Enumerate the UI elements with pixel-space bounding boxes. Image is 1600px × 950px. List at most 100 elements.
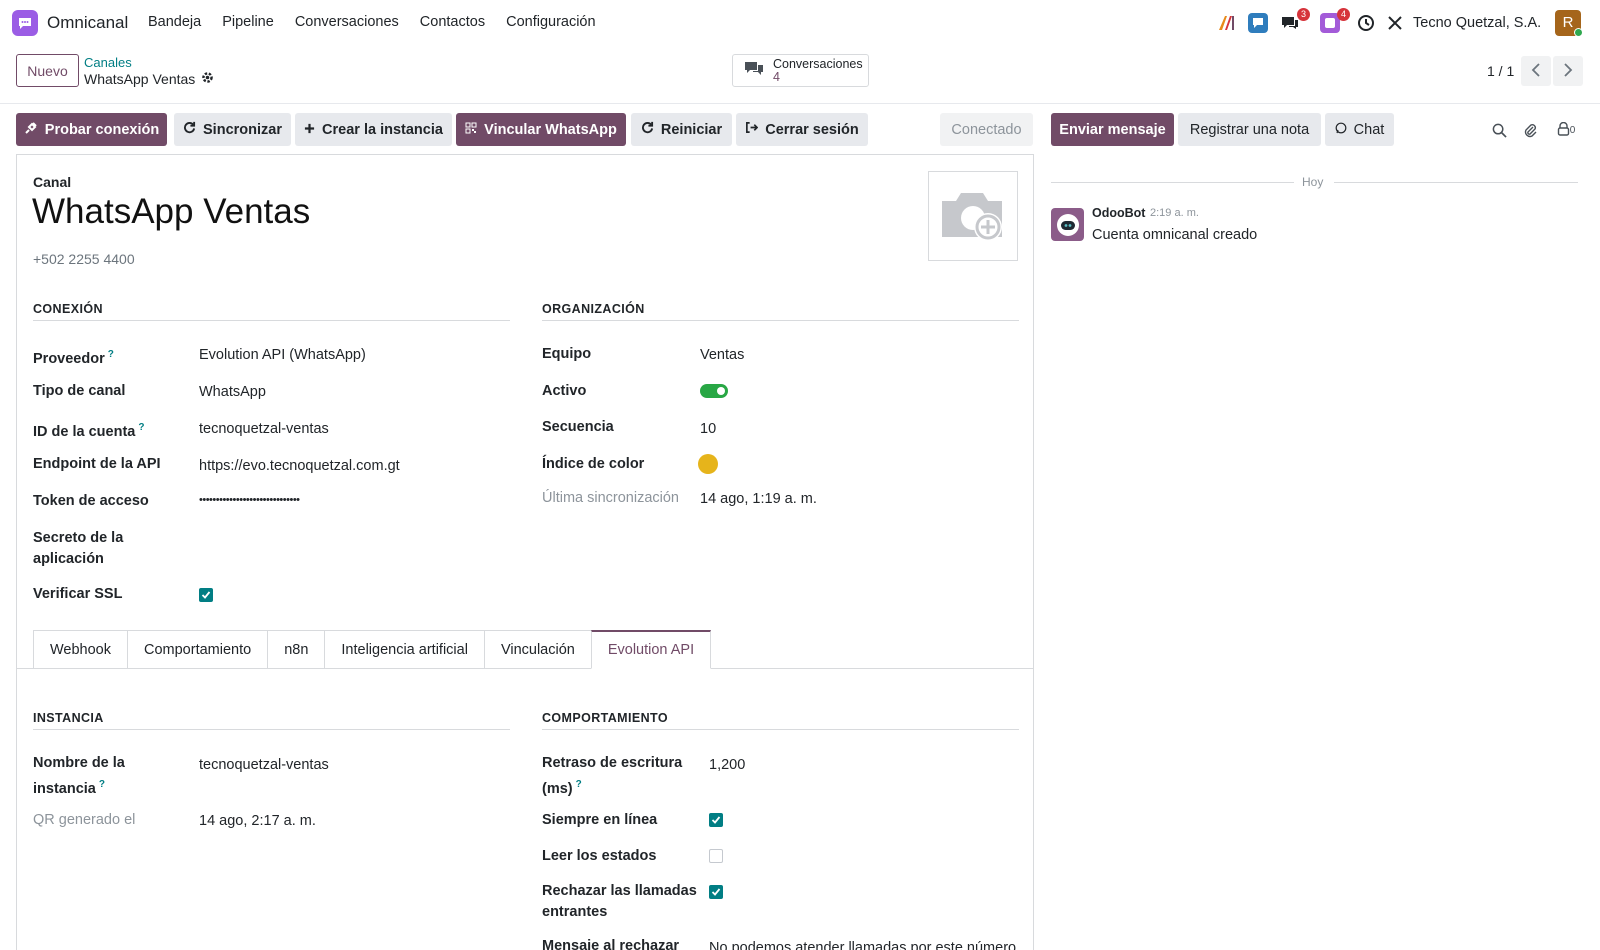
instance-divider [33,729,510,730]
organization-divider [542,320,1019,321]
typing-delay-value[interactable]: 1,200 [709,757,745,773]
logout-button[interactable]: Cerrar sesión [736,113,868,146]
followers-button[interactable]: 0 [1553,121,1579,139]
chat-button[interactable]: Chat [1325,113,1394,146]
new-button[interactable]: Nuevo [16,54,79,87]
log-note-button[interactable]: Registrar una nota [1178,113,1321,146]
restart-button[interactable]: Reiniciar [631,113,732,146]
provider-value[interactable]: Evolution API (WhatsApp) [199,347,366,363]
provider-label: Proveedor? [33,349,114,367]
tab-vinculacion[interactable]: Vinculación [483,630,591,669]
typing-delay-label: Retraso de escritura (ms)? [542,755,683,797]
api-endpoint-label: Endpoint de la API [33,456,161,472]
app-name[interactable]: Omnicanal [47,13,128,33]
verify-ssl-checkbox[interactable] [199,588,213,602]
active-toggle[interactable] [700,384,728,398]
refresh-icon [641,121,654,138]
link-whatsapp-button[interactable]: Vincular WhatsApp [456,113,626,146]
pager-next-button[interactable] [1553,56,1583,86]
team-label: Equipo [542,346,592,362]
menu-item-contactos[interactable]: Contactos [420,14,485,30]
reject-message-label: Mensaje al rechazar [542,938,680,950]
verify-ssl-label: Verificar SSL [33,586,123,602]
chat-widget-icon[interactable] [1247,12,1269,34]
user-icon [1557,121,1570,139]
camera-plus-icon [938,185,1008,248]
connection-divider [33,320,510,321]
chevron-right-icon [1563,62,1573,80]
create-instance-button[interactable]: Crear la instancia [295,113,452,146]
sync-label: Sincronizar [203,121,282,138]
reject-calls-checkbox[interactable] [709,885,723,899]
instance-name-value[interactable]: tecnoquetzal-ventas [199,757,329,773]
help-icon[interactable]: ? [99,779,105,790]
sync-button[interactable]: Sincronizar [174,113,291,146]
help-icon[interactable]: ? [108,349,114,360]
last-sync-value: 14 ago, 1:19 a. m. [700,491,817,507]
menu-item-configuracion[interactable]: Configuración [506,14,595,30]
menu-item-pipeline[interactable]: Pipeline [222,14,274,30]
logout-label: Cerrar sesión [765,121,859,138]
message-author[interactable]: OdooBot [1092,206,1145,220]
app-secret-value[interactable] [199,532,489,552]
color-index-label: Índice de color [542,456,645,472]
refresh-icon [183,121,196,138]
organization-heading: ORGANIZACIÓN [542,302,645,316]
image-upload[interactable] [928,171,1018,261]
chat-label: Chat [1353,121,1385,138]
paperclip-icon[interactable] [1521,121,1539,139]
team-value[interactable]: Ventas [700,347,744,363]
app-secret-label: Secreto de la aplicación [33,530,124,567]
breadcrumb-current-label: WhatsApp Ventas [84,71,196,87]
channel-type-value[interactable]: WhatsApp [199,384,266,400]
read-status-checkbox[interactable] [709,849,723,863]
access-token-label: Token de acceso [33,493,149,509]
tab-n8n[interactable]: n8n [267,630,325,669]
notebook-tabs: Webhook Comportamiento n8n Inteligencia … [33,630,712,669]
channel-phone[interactable]: +502 2255 4400 [33,251,135,267]
smart-button-label: Conversaciones [773,56,863,71]
send-message-button[interactable]: Enviar mensaje [1051,113,1174,146]
restart-label: Reiniciar [660,121,723,138]
help-icon[interactable]: ? [576,779,582,790]
color-picker[interactable] [698,454,718,474]
whatsapp-icon [1335,122,1347,138]
odoobot-avatar[interactable] [1051,208,1084,241]
app-icon[interactable] [12,10,38,36]
message-time: 2:19 a. m. [1150,207,1199,219]
main-menu: Bandeja Pipeline Conversaciones Contacto… [148,14,617,30]
test-connection-button[interactable]: Probar conexión [16,113,167,146]
plus-icon [304,122,315,138]
sequence-value[interactable]: 10 [700,421,716,437]
menu-item-bandeja[interactable]: Bandeja [148,14,201,30]
account-id-label: ID de la cuenta? [33,422,145,440]
channel-name[interactable]: WhatsApp Ventas [32,192,310,232]
api-endpoint-value[interactable]: https://evo.tecnoquetzal.com.gt [199,458,400,474]
access-token-value[interactable]: •••••••••••••••••••••••••••••• [199,494,300,506]
always-online-checkbox[interactable] [709,813,723,827]
tools-icon[interactable] [1384,12,1406,34]
ai-icon[interactable] [1216,12,1238,34]
account-id-value[interactable]: tecnoquetzal-ventas [199,421,329,437]
qrcode-icon [465,122,477,138]
conversations-smart-button[interactable]: Conversaciones 4 [732,54,869,87]
messages-icon[interactable]: 3 [1279,8,1310,34]
tab-comportamiento[interactable]: Comportamiento [127,630,268,669]
tab-webhook[interactable]: Webhook [33,630,127,669]
help-icon[interactable]: ? [138,422,144,433]
gear-icon[interactable] [201,71,214,87]
reject-message-value[interactable]: No podemos atender llamadas por este núm… [709,940,1020,950]
company-switcher[interactable]: Tecno Quetzal, S.A. [1413,15,1541,31]
breadcrumb-current: WhatsApp Ventas [84,71,214,87]
activity-icon[interactable]: 4 [1319,8,1350,34]
always-online-label: Siempre en línea [542,812,658,828]
tab-inteligencia-artificial[interactable]: Inteligencia artificial [324,630,484,669]
clock-icon[interactable] [1355,12,1377,34]
pager-value[interactable]: 1 / 1 [1487,63,1514,79]
smart-button-count: 4 [773,69,780,84]
pager-previous-button[interactable] [1521,56,1551,86]
search-icon[interactable] [1490,121,1508,139]
tab-evolution-api[interactable]: Evolution API [590,630,712,669]
menu-item-conversaciones[interactable]: Conversaciones [295,14,399,30]
breadcrumb-parent[interactable]: Canales [84,55,132,70]
